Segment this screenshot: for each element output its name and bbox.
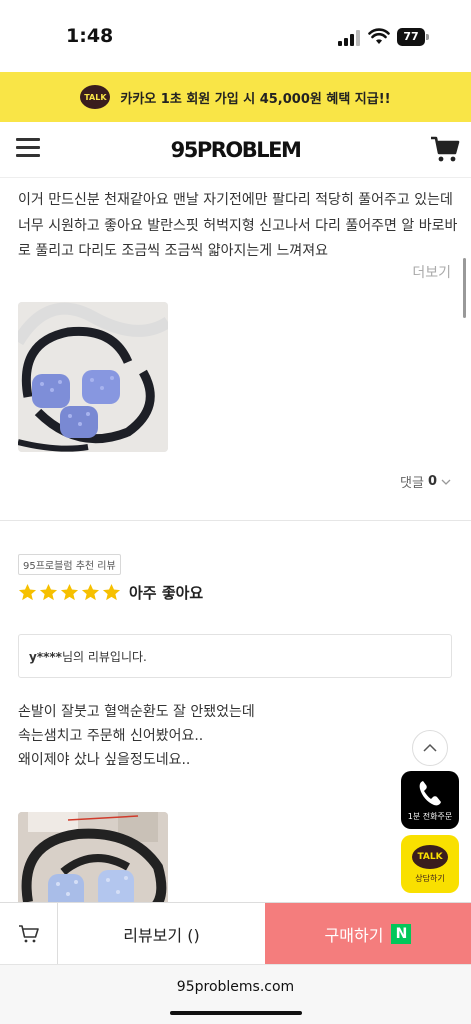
rating-label: 아주 좋아요 bbox=[129, 584, 204, 602]
kakao-chat-button[interactable]: TALK 상담하기 bbox=[401, 835, 459, 893]
star-icon bbox=[60, 583, 79, 601]
more-link[interactable]: 더보기 bbox=[412, 262, 451, 282]
buy-label: 구매하기 bbox=[324, 926, 384, 945]
cart-icon bbox=[18, 925, 39, 943]
review-photo[interactable] bbox=[18, 302, 168, 452]
bottom-action-bar: 리뷰보기 () 구매하기 N bbox=[0, 902, 471, 965]
scroll-to-top-button[interactable] bbox=[412, 730, 448, 766]
comments-toggle[interactable]: 댓글 0 bbox=[400, 472, 451, 491]
bottom-cart-button[interactable] bbox=[0, 903, 58, 965]
url-text: 95problems.com bbox=[176, 979, 295, 995]
comments-count: 0 bbox=[427, 474, 437, 489]
divider bbox=[0, 520, 471, 521]
chevron-down-icon bbox=[441, 479, 451, 485]
wifi-icon bbox=[368, 28, 390, 44]
home-indicator bbox=[170, 1011, 302, 1015]
review-body: 이거 만드신분 천재같아요 맨날 자기전에만 팔다리 적당히 풀어주고 있는데 … bbox=[18, 192, 458, 259]
review-line: 속는샘치고 주문해 신어봤어요.. bbox=[18, 728, 204, 744]
review-body: 손발이 잘붓고 혈액순환도 잘 안됐었는데 속는샘치고 주문해 신어봤어요.. … bbox=[18, 700, 398, 772]
naver-pay-icon: N bbox=[391, 924, 412, 944]
star-icon bbox=[102, 583, 121, 601]
comments-label: 댓글 bbox=[400, 476, 424, 491]
browser-address-bar[interactable]: 95problems.com bbox=[0, 964, 471, 1024]
star-icon bbox=[81, 583, 100, 601]
status-bar: 1:48 77 bbox=[0, 0, 471, 72]
star-icon bbox=[18, 583, 37, 601]
phone-order-button[interactable]: 1분 전화주문 bbox=[401, 771, 459, 829]
battery-icon: 77 bbox=[397, 28, 429, 46]
reviewer-info: y****님의 리뷰입니다. bbox=[18, 634, 452, 678]
cellular-signal-icon bbox=[338, 30, 360, 46]
scrollbar[interactable] bbox=[463, 258, 466, 318]
phone-order-label: 1분 전화주문 bbox=[407, 811, 453, 821]
review-photo[interactable] bbox=[18, 812, 168, 912]
buy-button[interactable]: 구매하기 N bbox=[265, 903, 471, 965]
view-reviews-button[interactable]: 리뷰보기 () bbox=[58, 903, 265, 965]
kakao-talk-icon: TALK bbox=[80, 85, 111, 109]
massager-image bbox=[18, 812, 168, 912]
cart-icon[interactable] bbox=[430, 134, 460, 164]
reviewer-suffix: 님의 리뷰입니다. bbox=[61, 650, 147, 664]
kakao-talk-icon: TALK bbox=[412, 844, 448, 869]
review-line: 왜이제야 샀나 싶을정도네요.. bbox=[18, 752, 191, 768]
reviewer-id: y**** bbox=[29, 650, 62, 664]
review-line: 손발이 잘붓고 혈액순환도 잘 안됐었는데 bbox=[18, 704, 255, 720]
kakao-chat-label: 상담하기 bbox=[415, 873, 445, 883]
chevron-up-icon bbox=[423, 743, 437, 752]
promo-text: 카카오 1초 회원 가입 시 45,000원 혜택 지급!! bbox=[120, 91, 391, 107]
site-header: 95PROBLEM bbox=[0, 122, 471, 178]
star-icon bbox=[39, 583, 58, 601]
rating-stars: 아주 좋아요 bbox=[18, 582, 203, 603]
massager-image bbox=[18, 302, 168, 452]
status-time: 1:48 bbox=[66, 25, 114, 47]
promo-banner[interactable]: TALK 카카오 1초 회원 가입 시 45,000원 혜택 지급!! bbox=[0, 72, 471, 122]
recommended-badge: 95프로블럼 추천 리뷰 bbox=[18, 554, 121, 575]
battery-level: 77 bbox=[397, 28, 425, 46]
site-logo[interactable]: 95PROBLEM bbox=[0, 138, 471, 162]
phone-icon bbox=[419, 780, 441, 805]
